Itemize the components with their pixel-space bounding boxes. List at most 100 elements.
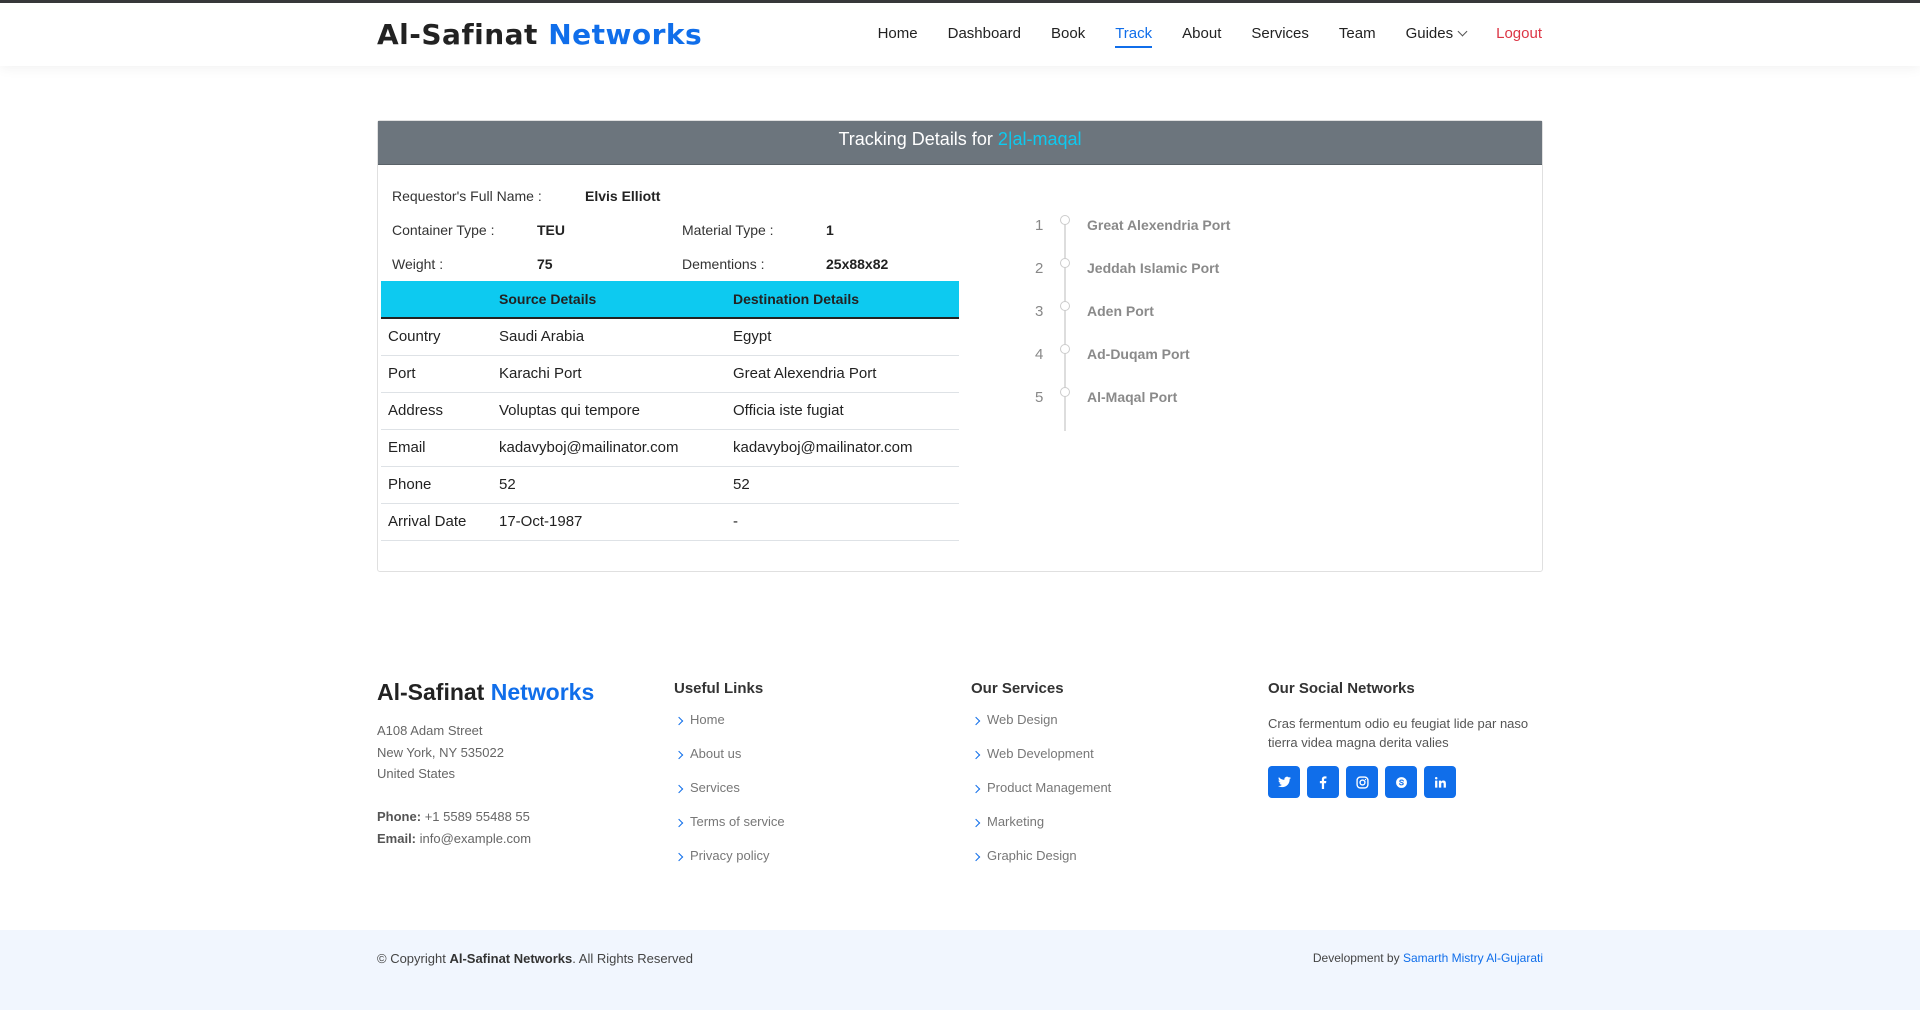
row-label: Arrival Date [381, 503, 492, 541]
column-header-source: Source Details [492, 281, 726, 319]
step-port: Ad-Duqam Port [1087, 346, 1190, 362]
tracking-title: Tracking Details for [838, 129, 993, 149]
credit-prefix: Development by [1312, 951, 1400, 965]
facebook-button[interactable] [1307, 766, 1339, 798]
footer-brand-accent: Networks [490, 679, 595, 705]
column-header-blank [381, 281, 492, 319]
step-number: 2 [1035, 260, 1044, 277]
twitter-icon [1277, 776, 1291, 788]
chevron-right-icon [674, 852, 684, 862]
row-label: Address [381, 392, 492, 430]
footer-link[interactable]: Terms of service [674, 814, 785, 848]
table-row: Phone 52 52 [381, 466, 959, 504]
nav-track[interactable]: Track [1115, 25, 1152, 48]
services-list: Web Design Web Development Product Manag… [971, 712, 1111, 882]
tracking-card-header: Tracking Details for 2|al-maqal [378, 121, 1542, 165]
footer-address: A108 Adam Street New York, NY 535022 Uni… [377, 720, 504, 785]
footer-service-link[interactable]: Graphic Design [971, 848, 1111, 882]
chevron-down-icon [1457, 26, 1468, 37]
instagram-button[interactable] [1346, 766, 1378, 798]
weight-label: Weight : [392, 256, 444, 272]
footer-link[interactable]: About us [674, 746, 785, 780]
source-cell: kadavyboj@mailinator.com [492, 429, 726, 467]
table-row: Country Saudi Arabia Egypt [381, 318, 959, 356]
nav-home[interactable]: Home [878, 25, 918, 48]
step-dot-icon [1060, 258, 1070, 268]
footer-service-link[interactable]: Web Development [971, 746, 1111, 780]
footer-link-label: Home [690, 712, 725, 727]
chevron-right-icon [674, 784, 684, 794]
service-label: Graphic Design [987, 848, 1077, 863]
credit-link[interactable]: Samarth Mistry Al-Gujarati [1403, 951, 1543, 965]
nav-guides-dropdown[interactable]: Guides [1406, 25, 1468, 48]
nav-logout[interactable]: Logout [1496, 25, 1542, 48]
nav-dashboard[interactable]: Dashboard [948, 25, 1021, 48]
nav-services[interactable]: Services [1251, 25, 1309, 48]
step-dot-icon [1060, 344, 1070, 354]
step-port: Aden Port [1087, 303, 1154, 319]
row-label: Email [381, 429, 492, 467]
destination-cell: - [726, 503, 959, 541]
nav-team[interactable]: Team [1339, 25, 1376, 48]
details-table-header: Source Details Destination Details [381, 281, 959, 319]
services-title: Our Services [971, 680, 1064, 697]
address-line: United States [377, 766, 456, 781]
timeline-step: 3 Aden Port [1030, 301, 1390, 321]
source-cell: 52 [492, 466, 726, 504]
developer-credit: Development by Samarth Mistry Al-Gujarat… [1313, 951, 1543, 965]
copyright-prefix: © Copyright [377, 951, 446, 966]
useful-links-list: Home About us Services Terms of service … [674, 712, 785, 882]
requestor-label: Requestor's Full Name : [392, 188, 542, 204]
linkedin-icon [1434, 776, 1446, 788]
timeline-step: 4 Ad-Duqam Port [1030, 344, 1390, 364]
chevron-right-icon [971, 818, 981, 828]
requestor-value: Elvis Elliott [585, 188, 661, 204]
table-row: Address Voluptas qui tempore Officia ist… [381, 392, 959, 430]
step-dot-icon [1060, 387, 1070, 397]
footer-service-link[interactable]: Marketing [971, 814, 1111, 848]
step-number: 4 [1035, 346, 1044, 363]
footer-brand: Al-Safinat Networks [377, 679, 594, 706]
table-row: Port Karachi Port Great Alexendria Port [381, 355, 959, 393]
service-label: Marketing [987, 814, 1045, 829]
step-dot-icon [1060, 301, 1070, 311]
step-dot-icon [1060, 215, 1070, 225]
social-text: Cras fermentum odio eu feugiat lide par … [1268, 716, 1529, 750]
brand-logo[interactable]: Al-Safinat Networks [377, 18, 702, 51]
timeline-step: 2 Jeddah Islamic Port [1030, 258, 1390, 278]
footer-service-link[interactable]: Web Design [971, 712, 1111, 746]
footer-link[interactable]: Privacy policy [674, 848, 785, 882]
chevron-right-icon [971, 716, 981, 726]
source-cell: Saudi Arabia [492, 318, 726, 356]
footer-contact: Phone: +1 5589 55488 55 Email: info@exam… [377, 806, 531, 849]
nav-about[interactable]: About [1182, 25, 1221, 48]
nav-book[interactable]: Book [1051, 25, 1085, 48]
skype-button[interactable] [1385, 766, 1417, 798]
step-port: Jeddah Islamic Port [1087, 260, 1220, 276]
footer-link[interactable]: Home [674, 712, 785, 746]
social-buttons [1268, 766, 1463, 798]
service-label: Product Management [987, 780, 1112, 795]
container-type-label: Container Type : [392, 222, 495, 238]
destination-cell: Egypt [726, 318, 959, 356]
footer-service-link[interactable]: Product Management [971, 780, 1111, 814]
step-port: Al-Maqal Port [1087, 389, 1178, 405]
footer-link[interactable]: Services [674, 780, 785, 814]
chevron-right-icon [971, 784, 981, 794]
footer-bottom-bar [0, 930, 1920, 1010]
social-title: Our Social Networks [1268, 680, 1415, 697]
details-table: Source Details Destination Details Count… [381, 281, 959, 541]
destination-cell: 52 [726, 466, 959, 504]
brand-accent: Networks [548, 18, 703, 51]
column-header-destination: Destination Details [726, 281, 959, 319]
copyright: © Copyright Al-Safinat Networks. All Rig… [377, 951, 693, 966]
top-navbar: Al-Safinat Networks Home Dashboard Book … [0, 0, 1920, 66]
table-row: Arrival Date 17-Oct-1987 - [381, 503, 959, 541]
row-label: Phone [381, 466, 492, 504]
phone-label: Phone: [377, 809, 422, 824]
email-value: info@example.com [419, 830, 532, 846]
address-line: A108 Adam Street [377, 723, 483, 738]
twitter-button[interactable] [1268, 766, 1300, 798]
linkedin-button[interactable] [1424, 766, 1456, 798]
chevron-right-icon [674, 750, 684, 760]
